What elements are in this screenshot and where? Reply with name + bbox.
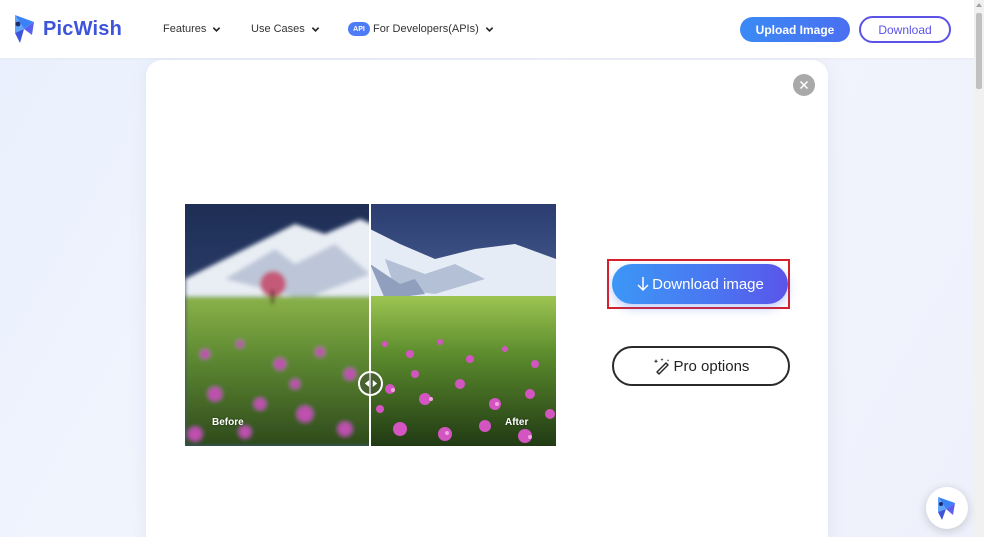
- pro-options-button[interactable]: Pro options: [612, 346, 790, 386]
- picwish-logo-icon: [15, 15, 34, 43]
- after-label: After: [505, 417, 529, 428]
- nav-use-cases[interactable]: Use Cases: [251, 0, 320, 58]
- before-after-comparison[interactable]: Before After: [185, 204, 556, 446]
- picwish-logo[interactable]: PicWish: [12, 13, 122, 45]
- chevron-down-icon: [311, 26, 320, 32]
- chevron-down-icon: [213, 26, 221, 32]
- scrollbar-thumb[interactable]: [976, 13, 982, 89]
- nav-developers-label: For Developers(APIs): [373, 23, 479, 35]
- pro-options-label: Pro options: [673, 357, 750, 375]
- page-scrollbar[interactable]: [974, 0, 984, 537]
- nav-developers[interactable]: API For Developers(APIs): [348, 0, 494, 58]
- comparison-slider-handle[interactable]: [358, 371, 383, 396]
- download-app-button[interactable]: Download: [859, 16, 951, 43]
- arrow-down-icon: [637, 277, 649, 292]
- close-icon: [799, 80, 809, 90]
- comparison-divider: [369, 204, 371, 446]
- download-image-label: Download image: [652, 275, 764, 293]
- download-image-button[interactable]: Download image: [612, 264, 788, 304]
- top-navigation-bar: PicWish Features Use Cases API For Devel…: [0, 0, 974, 58]
- picwish-bird-icon: [938, 497, 955, 520]
- magic-wand-icon: [653, 358, 669, 375]
- compare-arrows-icon: [364, 380, 377, 387]
- nav-features-label: Features: [163, 23, 207, 35]
- api-cloud-icon: API: [348, 22, 370, 36]
- assistant-chat-button[interactable]: [926, 487, 968, 529]
- nav-features[interactable]: Features: [163, 0, 221, 58]
- before-label: Before: [212, 417, 244, 428]
- scroll-up-arrow-icon[interactable]: [976, 3, 982, 7]
- upload-image-button[interactable]: Upload Image: [740, 17, 850, 42]
- logo-text: PicWish: [43, 17, 123, 40]
- close-button[interactable]: [793, 74, 815, 96]
- nav-use-cases-label: Use Cases: [251, 23, 305, 35]
- chevron-down-icon: [485, 26, 493, 32]
